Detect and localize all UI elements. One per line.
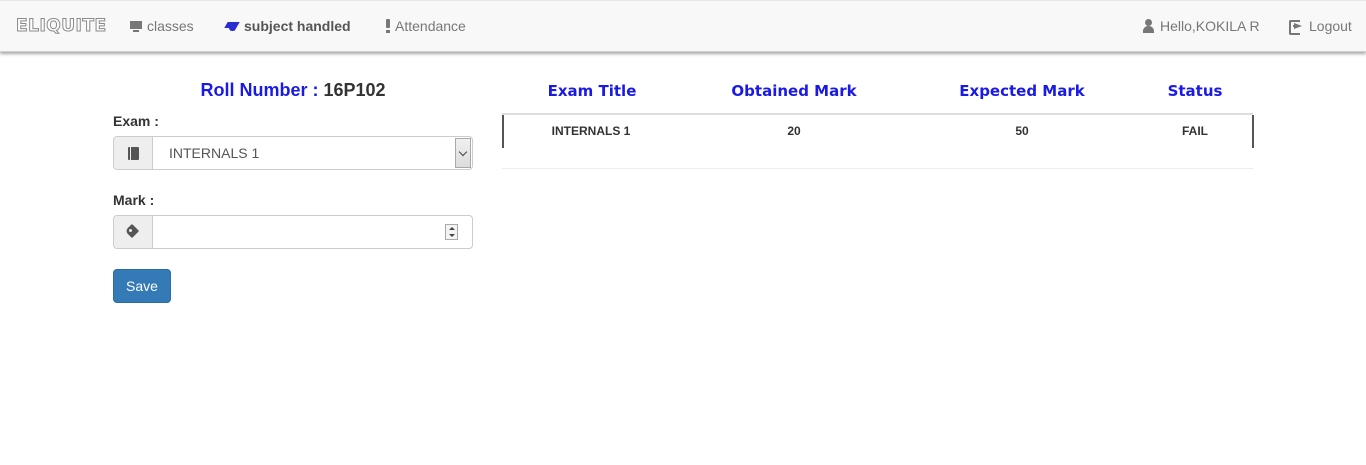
number-spinner[interactable] bbox=[445, 224, 458, 240]
nav-item-subject-handled[interactable]: subject handled bbox=[225, 18, 351, 34]
cell-obtained-mark: 20 bbox=[787, 124, 801, 138]
exclamation-icon bbox=[386, 19, 391, 33]
monitor-icon bbox=[130, 20, 143, 33]
mark-input[interactable] bbox=[153, 216, 445, 248]
mark-field-group bbox=[113, 215, 473, 249]
cell-status: FAIL bbox=[1182, 124, 1208, 138]
user-greeting[interactable]: Hello,KOKILA R bbox=[1142, 18, 1260, 34]
column-header-expected-mark: Expected Mark bbox=[959, 82, 1085, 100]
roll-number-heading: Roll Number : 16P102 bbox=[113, 80, 473, 101]
graduation-cap-icon bbox=[225, 20, 240, 33]
top-navbar: ELIQUITE classes subject handled Attenda… bbox=[0, 0, 1366, 52]
nav-item-label: classes bbox=[147, 18, 194, 34]
cell-exam-title: INTERNALS 1 bbox=[551, 124, 631, 138]
logout-label: Logout bbox=[1309, 18, 1352, 34]
nav-item-classes[interactable]: classes bbox=[130, 18, 194, 34]
book-icon bbox=[127, 146, 139, 160]
mark-addon bbox=[114, 216, 153, 248]
greeting-label: Hello,KOKILA R bbox=[1160, 18, 1260, 34]
exam-label: Exam : bbox=[113, 113, 159, 129]
column-header-status: Status bbox=[1167, 82, 1223, 100]
column-header-obtained-mark: Obtained Mark bbox=[731, 82, 857, 100]
nav-item-label: Attendance bbox=[395, 18, 466, 34]
column-header-exam-title: Exam Title bbox=[547, 82, 637, 100]
mark-label: Mark : bbox=[113, 192, 155, 208]
tag-icon bbox=[126, 225, 140, 239]
exam-select-value[interactable]: INTERNALS 1 bbox=[153, 137, 455, 169]
table-bottom-divider bbox=[502, 168, 1253, 169]
save-button[interactable]: Save bbox=[113, 269, 171, 303]
roll-number-value: 16P102 bbox=[323, 80, 386, 100]
cell-expected-mark: 50 bbox=[1015, 124, 1029, 138]
spin-up-icon[interactable] bbox=[448, 227, 455, 230]
logout-icon bbox=[1289, 19, 1305, 35]
exam-addon bbox=[114, 137, 153, 169]
dropdown-arrow[interactable] bbox=[455, 138, 471, 168]
nav-item-label: subject handled bbox=[244, 18, 351, 34]
spin-down-icon[interactable] bbox=[448, 234, 455, 237]
logout-link[interactable]: Logout bbox=[1289, 18, 1352, 35]
roll-number-label: Roll Number : bbox=[200, 80, 324, 100]
user-icon bbox=[1142, 19, 1156, 33]
exam-select[interactable]: INTERNALS 1 bbox=[113, 136, 473, 170]
nav-item-attendance[interactable]: Attendance bbox=[386, 18, 466, 34]
brand-logo[interactable]: ELIQUITE bbox=[16, 16, 107, 37]
chevron-down-icon bbox=[458, 147, 468, 156]
